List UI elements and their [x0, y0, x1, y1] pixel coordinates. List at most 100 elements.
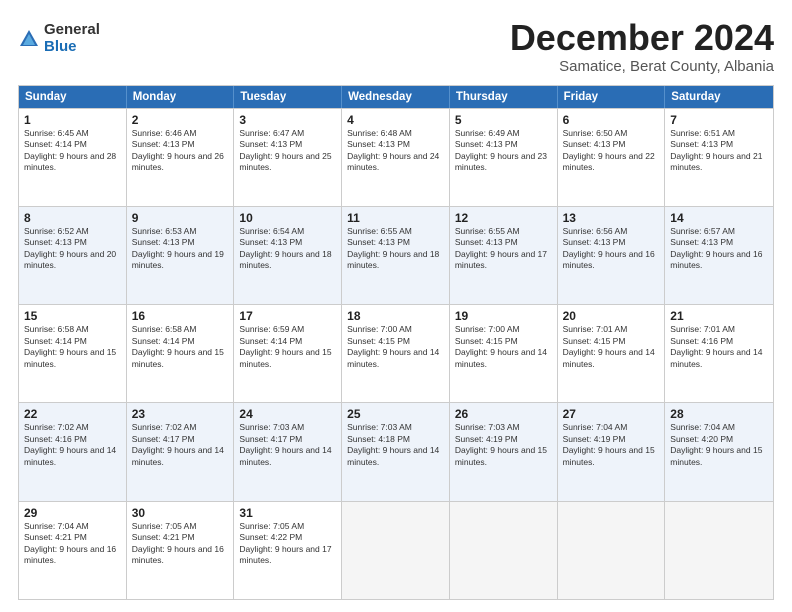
day-number: 8	[24, 211, 121, 225]
calendar-cell: 4Sunrise: 6:48 AM Sunset: 4:13 PM Daylig…	[342, 109, 450, 206]
logo-blue-text: Blue	[44, 39, 100, 56]
calendar-cell: 2Sunrise: 6:46 AM Sunset: 4:13 PM Daylig…	[127, 109, 235, 206]
day-number: 3	[239, 113, 336, 127]
calendar-header: SundayMondayTuesdayWednesdayThursdayFrid…	[19, 86, 773, 108]
calendar-cell: 25Sunrise: 7:03 AM Sunset: 4:18 PM Dayli…	[342, 403, 450, 500]
day-number: 1	[24, 113, 121, 127]
day-number: 26	[455, 407, 552, 421]
calendar-cell: 17Sunrise: 6:59 AM Sunset: 4:14 PM Dayli…	[234, 305, 342, 402]
calendar-cell: 22Sunrise: 7:02 AM Sunset: 4:16 PM Dayli…	[19, 403, 127, 500]
day-info: Sunrise: 7:04 AM Sunset: 4:19 PM Dayligh…	[563, 422, 660, 468]
calendar-cell: 7Sunrise: 6:51 AM Sunset: 4:13 PM Daylig…	[665, 109, 773, 206]
day-number: 21	[670, 309, 768, 323]
calendar-cell: 8Sunrise: 6:52 AM Sunset: 4:13 PM Daylig…	[19, 207, 127, 304]
day-number: 5	[455, 113, 552, 127]
day-number: 20	[563, 309, 660, 323]
day-number: 6	[563, 113, 660, 127]
calendar-cell: 6Sunrise: 6:50 AM Sunset: 4:13 PM Daylig…	[558, 109, 666, 206]
calendar-cell: 28Sunrise: 7:04 AM Sunset: 4:20 PM Dayli…	[665, 403, 773, 500]
calendar-cell	[665, 502, 773, 599]
day-number: 29	[24, 506, 121, 520]
day-number: 18	[347, 309, 444, 323]
day-info: Sunrise: 6:50 AM Sunset: 4:13 PM Dayligh…	[563, 128, 660, 174]
calendar-cell: 26Sunrise: 7:03 AM Sunset: 4:19 PM Dayli…	[450, 403, 558, 500]
logo: General Blue	[18, 22, 100, 55]
day-info: Sunrise: 6:57 AM Sunset: 4:13 PM Dayligh…	[670, 226, 768, 272]
day-info: Sunrise: 7:02 AM Sunset: 4:17 PM Dayligh…	[132, 422, 229, 468]
calendar-week-row: 22Sunrise: 7:02 AM Sunset: 4:16 PM Dayli…	[19, 402, 773, 500]
day-number: 10	[239, 211, 336, 225]
day-info: Sunrise: 6:58 AM Sunset: 4:14 PM Dayligh…	[24, 324, 121, 370]
day-info: Sunrise: 6:53 AM Sunset: 4:13 PM Dayligh…	[132, 226, 229, 272]
calendar-cell: 31Sunrise: 7:05 AM Sunset: 4:22 PM Dayli…	[234, 502, 342, 599]
calendar-cell: 19Sunrise: 7:00 AM Sunset: 4:15 PM Dayli…	[450, 305, 558, 402]
logo-general-text: General	[44, 22, 100, 39]
day-number: 2	[132, 113, 229, 127]
day-info: Sunrise: 7:01 AM Sunset: 4:16 PM Dayligh…	[670, 324, 768, 370]
day-info: Sunrise: 6:47 AM Sunset: 4:13 PM Dayligh…	[239, 128, 336, 174]
day-info: Sunrise: 7:00 AM Sunset: 4:15 PM Dayligh…	[347, 324, 444, 370]
month-title: December 2024	[510, 18, 774, 58]
calendar-cell: 18Sunrise: 7:00 AM Sunset: 4:15 PM Dayli…	[342, 305, 450, 402]
day-info: Sunrise: 7:00 AM Sunset: 4:15 PM Dayligh…	[455, 324, 552, 370]
day-number: 19	[455, 309, 552, 323]
day-info: Sunrise: 6:55 AM Sunset: 4:13 PM Dayligh…	[455, 226, 552, 272]
calendar-cell: 5Sunrise: 6:49 AM Sunset: 4:13 PM Daylig…	[450, 109, 558, 206]
calendar-header-day: Friday	[558, 86, 666, 108]
day-number: 17	[239, 309, 336, 323]
day-number: 31	[239, 506, 336, 520]
day-info: Sunrise: 6:52 AM Sunset: 4:13 PM Dayligh…	[24, 226, 121, 272]
logo-text: General Blue	[44, 22, 100, 55]
calendar-header-day: Wednesday	[342, 86, 450, 108]
day-number: 15	[24, 309, 121, 323]
day-number: 12	[455, 211, 552, 225]
page: General Blue December 2024 Samatice, Ber…	[0, 0, 792, 612]
day-info: Sunrise: 7:03 AM Sunset: 4:18 PM Dayligh…	[347, 422, 444, 468]
calendar-cell: 14Sunrise: 6:57 AM Sunset: 4:13 PM Dayli…	[665, 207, 773, 304]
calendar-cell: 3Sunrise: 6:47 AM Sunset: 4:13 PM Daylig…	[234, 109, 342, 206]
day-number: 11	[347, 211, 444, 225]
calendar-header-day: Saturday	[665, 86, 773, 108]
calendar-cell	[450, 502, 558, 599]
day-info: Sunrise: 6:56 AM Sunset: 4:13 PM Dayligh…	[563, 226, 660, 272]
calendar-cell: 16Sunrise: 6:58 AM Sunset: 4:14 PM Dayli…	[127, 305, 235, 402]
calendar-cell: 9Sunrise: 6:53 AM Sunset: 4:13 PM Daylig…	[127, 207, 235, 304]
calendar-header-day: Monday	[127, 86, 235, 108]
calendar-header-day: Thursday	[450, 86, 558, 108]
day-info: Sunrise: 7:05 AM Sunset: 4:21 PM Dayligh…	[132, 521, 229, 567]
day-number: 14	[670, 211, 768, 225]
day-info: Sunrise: 7:01 AM Sunset: 4:15 PM Dayligh…	[563, 324, 660, 370]
calendar-week-row: 1Sunrise: 6:45 AM Sunset: 4:14 PM Daylig…	[19, 108, 773, 206]
day-number: 22	[24, 407, 121, 421]
day-info: Sunrise: 7:04 AM Sunset: 4:21 PM Dayligh…	[24, 521, 121, 567]
day-number: 23	[132, 407, 229, 421]
calendar-cell: 13Sunrise: 6:56 AM Sunset: 4:13 PM Dayli…	[558, 207, 666, 304]
day-info: Sunrise: 6:45 AM Sunset: 4:14 PM Dayligh…	[24, 128, 121, 174]
day-info: Sunrise: 6:59 AM Sunset: 4:14 PM Dayligh…	[239, 324, 336, 370]
calendar-cell: 15Sunrise: 6:58 AM Sunset: 4:14 PM Dayli…	[19, 305, 127, 402]
calendar-cell: 21Sunrise: 7:01 AM Sunset: 4:16 PM Dayli…	[665, 305, 773, 402]
calendar-cell: 10Sunrise: 6:54 AM Sunset: 4:13 PM Dayli…	[234, 207, 342, 304]
calendar: SundayMondayTuesdayWednesdayThursdayFrid…	[18, 85, 774, 600]
day-info: Sunrise: 6:51 AM Sunset: 4:13 PM Dayligh…	[670, 128, 768, 174]
calendar-cell: 27Sunrise: 7:04 AM Sunset: 4:19 PM Dayli…	[558, 403, 666, 500]
calendar-week-row: 29Sunrise: 7:04 AM Sunset: 4:21 PM Dayli…	[19, 501, 773, 599]
calendar-cell: 1Sunrise: 6:45 AM Sunset: 4:14 PM Daylig…	[19, 109, 127, 206]
calendar-cell: 12Sunrise: 6:55 AM Sunset: 4:13 PM Dayli…	[450, 207, 558, 304]
calendar-cell: 30Sunrise: 7:05 AM Sunset: 4:21 PM Dayli…	[127, 502, 235, 599]
day-number: 4	[347, 113, 444, 127]
day-info: Sunrise: 6:54 AM Sunset: 4:13 PM Dayligh…	[239, 226, 336, 272]
calendar-header-day: Tuesday	[234, 86, 342, 108]
day-info: Sunrise: 6:55 AM Sunset: 4:13 PM Dayligh…	[347, 226, 444, 272]
day-info: Sunrise: 6:48 AM Sunset: 4:13 PM Dayligh…	[347, 128, 444, 174]
day-info: Sunrise: 7:02 AM Sunset: 4:16 PM Dayligh…	[24, 422, 121, 468]
day-info: Sunrise: 6:58 AM Sunset: 4:14 PM Dayligh…	[132, 324, 229, 370]
day-info: Sunrise: 7:03 AM Sunset: 4:19 PM Dayligh…	[455, 422, 552, 468]
calendar-cell: 20Sunrise: 7:01 AM Sunset: 4:15 PM Dayli…	[558, 305, 666, 402]
day-info: Sunrise: 7:05 AM Sunset: 4:22 PM Dayligh…	[239, 521, 336, 567]
day-number: 25	[347, 407, 444, 421]
day-number: 28	[670, 407, 768, 421]
day-info: Sunrise: 7:03 AM Sunset: 4:17 PM Dayligh…	[239, 422, 336, 468]
day-number: 9	[132, 211, 229, 225]
header: General Blue December 2024 Samatice, Ber…	[18, 18, 774, 75]
